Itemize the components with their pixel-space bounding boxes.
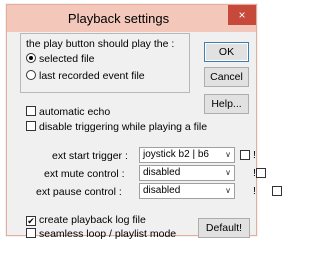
chevron-down-icon: ∨ [225, 168, 231, 177]
dialog-title: Playback settings [67, 11, 170, 26]
create-log-label: create playback log file [39, 214, 146, 226]
ext-pause-control-flag-label: ! [253, 185, 256, 197]
seamless-loop-label: seamless loop / playlist mode [39, 228, 177, 240]
ext-mute-control-label: ext mute control : [44, 168, 125, 180]
ext-pause-control-label: ext pause control : [36, 186, 122, 198]
title-bar: Playback settings × [7, 5, 256, 32]
checkbox-box[interactable] [26, 106, 36, 116]
checkbox-box-checked[interactable]: ✔ [26, 216, 36, 226]
radio-last-recorded[interactable]: last recorded event file [26, 70, 145, 82]
ext-start-trigger-label: ext start trigger : [52, 150, 128, 162]
ext-start-trigger-flag-label: ! [253, 149, 256, 161]
play-source-group-label: the play button should play the : [26, 38, 175, 50]
checkbox-box[interactable] [26, 121, 36, 131]
create-log-checkbox[interactable]: ✔ create playback log file [26, 214, 146, 226]
default-button[interactable]: Default! [198, 218, 250, 238]
ext-pause-control-value: disabled [143, 185, 181, 196]
checkbox-box[interactable] [26, 228, 36, 238]
ext-start-trigger-flag-checkbox[interactable] [240, 150, 250, 160]
radio-indicator-unchecked[interactable] [26, 70, 36, 80]
automatic-echo-checkbox[interactable]: automatic echo [26, 106, 110, 118]
ext-pause-control-select[interactable]: disabled ∨ [139, 183, 235, 199]
chevron-down-icon: ∨ [225, 150, 231, 159]
close-button[interactable]: × [228, 5, 256, 25]
help-button[interactable]: Help... [204, 94, 249, 114]
ext-mute-control-value: disabled [143, 167, 181, 178]
seamless-loop-checkbox[interactable]: seamless loop / playlist mode [26, 228, 176, 240]
disable-triggering-checkbox[interactable]: disable triggering while playing a file [26, 121, 207, 133]
chevron-down-icon: ∨ [225, 186, 231, 195]
radio-indicator-checked[interactable] [26, 53, 36, 63]
automatic-echo-label: automatic echo [39, 106, 111, 118]
disable-triggering-label: disable triggering while playing a file [39, 121, 208, 133]
ext-mute-control-flag-checkbox[interactable] [255, 168, 266, 178]
ext-mute-control-flag-label: ! [253, 167, 256, 179]
ok-button[interactable]: OK [204, 42, 249, 62]
ext-mute-control-select[interactable]: disabled ∨ [139, 165, 235, 181]
ext-pause-control-flag-checkbox[interactable] [271, 186, 282, 196]
radio-last-recorded-label: last recorded event file [39, 70, 145, 82]
ext-start-trigger-select[interactable]: joystick b2 | b6 ∨ [139, 147, 235, 163]
check-mark-icon: ✔ [27, 216, 35, 226]
ext-start-trigger-value: joystick b2 | b6 [143, 149, 209, 160]
cancel-button[interactable]: Cancel [204, 67, 249, 87]
radio-selected-file[interactable]: selected file [26, 53, 94, 65]
radio-selected-file-label: selected file [39, 53, 95, 65]
